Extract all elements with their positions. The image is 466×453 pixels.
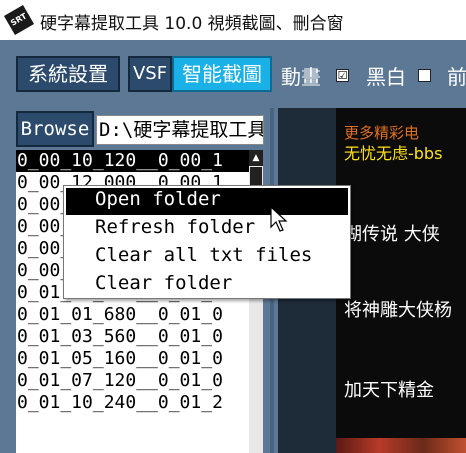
front-label: 前 bbox=[447, 65, 466, 89]
context-menu: Open folder Refresh folder Clear all txt… bbox=[63, 185, 351, 299]
window-title: 硬字幕提取工具 10.0 視頻截圖、刪合窗 bbox=[40, 14, 344, 34]
title-bar: SRT 硬字幕提取工具 10.0 視頻截圖、刪合窗 bbox=[0, 0, 466, 40]
video-image-strip bbox=[336, 438, 466, 453]
file-list-item[interactable]: 0_01_01_680__0_01_0 bbox=[16, 304, 249, 326]
vsf-button[interactable]: VSF bbox=[128, 56, 172, 92]
file-list-item[interactable] bbox=[16, 414, 249, 436]
file-list-item[interactable]: 0_01_07_120__0_01_0 bbox=[16, 370, 249, 392]
menu-item-refresh-folder[interactable]: Refresh folder bbox=[66, 216, 348, 243]
animation-checkbox[interactable]: ☑ bbox=[336, 69, 349, 82]
black-white-checkbox[interactable] bbox=[418, 69, 431, 82]
smart-capture-button[interactable]: 智能截圖 bbox=[172, 56, 272, 92]
file-list-item[interactable]: 0_01_03_560__0_01_0 bbox=[16, 326, 249, 348]
folder-path-input[interactable]: D:\硬字幕提取工具 bbox=[96, 115, 264, 145]
app-icon: SRT bbox=[3, 4, 35, 36]
file-list-item[interactable]: 0_00_10_120__0_00_1 bbox=[16, 150, 249, 172]
scroll-up-arrow-icon[interactable]: ▲ bbox=[249, 150, 263, 166]
system-settings-button[interactable]: 系統設置 bbox=[16, 56, 120, 92]
video-frame: 更多精彩电 无忧无虑-bbs 湖传说 大侠 将神雕大侠杨 加天下精金 bbox=[336, 108, 466, 453]
mouse-pointer-icon bbox=[270, 206, 288, 232]
black-white-label: 黑白 bbox=[366, 65, 406, 89]
video-subtitle-line: 将神雕大侠杨 bbox=[344, 300, 452, 321]
browse-button[interactable]: Browse bbox=[16, 111, 94, 147]
file-list-item[interactable]: 0_01_05_160__0_01_0 bbox=[16, 348, 249, 370]
animation-label: 動畫 bbox=[281, 65, 321, 89]
menu-item-clear-folder[interactable]: Clear folder bbox=[66, 272, 348, 299]
menu-item-open-folder[interactable]: Open folder bbox=[66, 188, 348, 215]
video-subtitle-line: 加天下精金 bbox=[344, 380, 434, 401]
file-list-item[interactable]: 0_01_10_240__0_01_2 bbox=[16, 392, 249, 414]
video-subtitle-line: 湖传说 大侠 bbox=[344, 224, 440, 245]
video-subtitle-line: 无忧无虑-bbs bbox=[344, 144, 443, 163]
menu-item-clear-txt-files[interactable]: Clear all txt files bbox=[66, 244, 348, 271]
